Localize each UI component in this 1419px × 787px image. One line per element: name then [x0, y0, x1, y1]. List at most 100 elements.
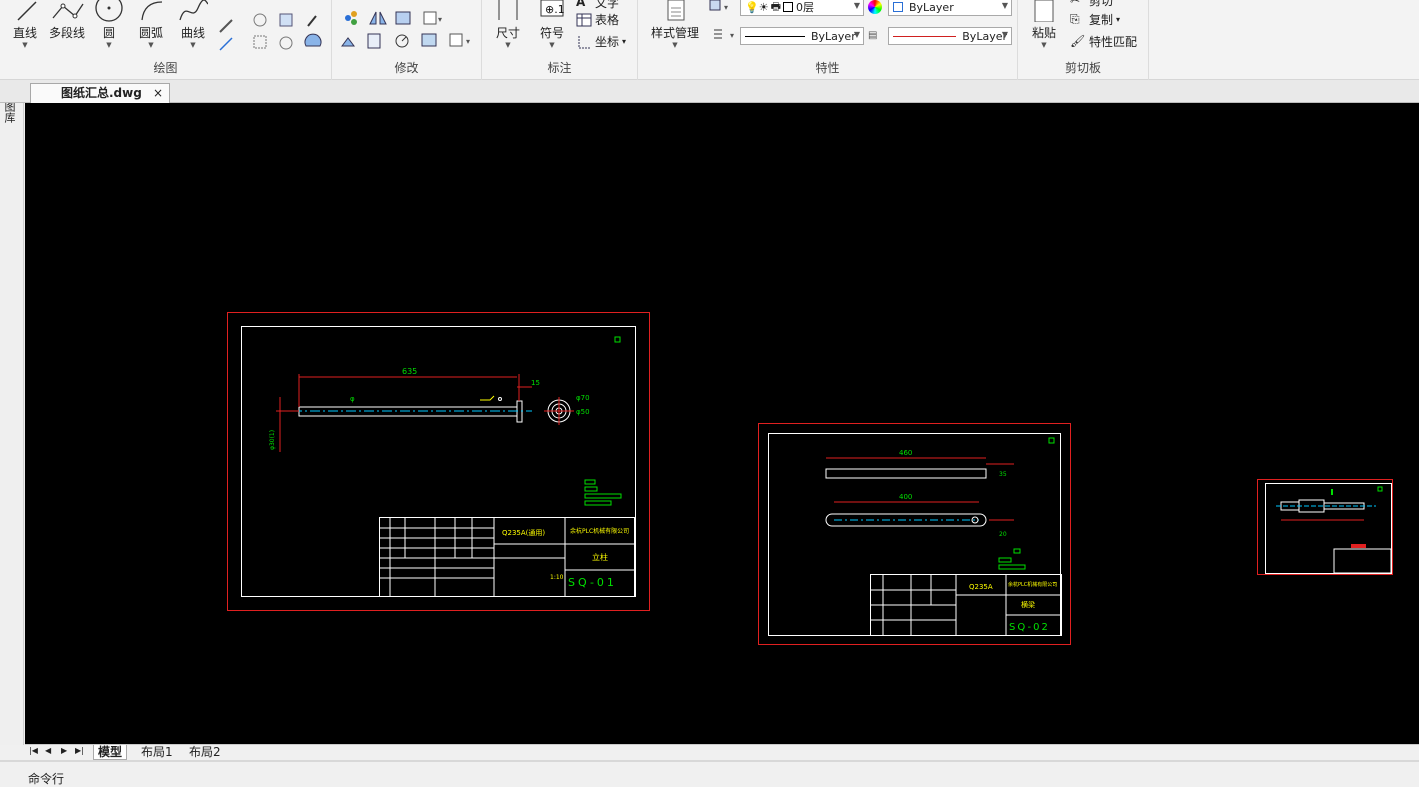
draw-group: 直线 ▼ 多段线 圆 ▼ 圆弧 ▼ 曲线 ▼ 绘图: [0, 0, 332, 80]
drawing-sheet-3[interactable]: [1257, 479, 1393, 575]
svg-text:φ50: φ50: [576, 408, 590, 416]
svg-text:φ: φ: [350, 395, 355, 403]
svg-text:35: 35: [999, 471, 1007, 478]
title-block-2: Q235A 余杭PLC机械有限公司 横梁 SQ-02: [870, 574, 1062, 636]
layer-tools[interactable]: ▾ ▾: [708, 0, 738, 46]
modify-tools[interactable]: ▾ ▾: [340, 10, 480, 52]
scissors-icon: ✂: [1070, 0, 1086, 9]
circle-icon: [95, 0, 123, 22]
coordinate-button[interactable]: 坐标 ▾: [576, 33, 626, 50]
svg-text:▾: ▾: [438, 15, 442, 24]
document-tabbar: 图纸汇总.dwg ×: [0, 80, 1419, 103]
svg-text:▾: ▾: [730, 31, 734, 40]
svg-text:Q235A(通用): Q235A(通用): [502, 528, 545, 537]
first-page-icon[interactable]: |◀: [29, 746, 38, 755]
command-line[interactable]: 命令行: [0, 760, 1419, 786]
title-block-1: Q235A(通用) 余杭PLC机械有限公司 立柱 SQ-01 1:10: [379, 517, 635, 597]
drawing-sheet-2[interactable]: 460 35 400 20 Q235A 余杭PLC机械有限公司 横梁 SQ-02: [758, 423, 1071, 645]
text-icon: A: [576, 0, 586, 9]
table-button[interactable]: 表格: [576, 11, 619, 28]
printer-icon: 🖶: [770, 0, 781, 13]
chevron-down-icon: ▼: [853, 30, 860, 39]
svg-text:SQ-02: SQ-02: [1009, 622, 1050, 633]
line-icon: [17, 1, 37, 21]
linetype-combo[interactable]: ByLayer ▼: [740, 27, 864, 45]
chevron-down-icon: ▼: [1041, 41, 1047, 49]
drawing-canvas[interactable]: 635 15 φ30(1) φ φ70 φ50 Q235A(通用) 余杭PLC机…: [25, 103, 1419, 744]
mirror-icon: [369, 11, 387, 25]
polyline-button[interactable]: 多段线: [46, 0, 88, 41]
svg-text:余杭PLC机械有限公司: 余杭PLC机械有限公司: [570, 527, 629, 535]
chevron-down-icon: ▼: [1001, 1, 1008, 10]
lightbulb-icon: 💡☀: [745, 0, 769, 14]
last-page-icon[interactable]: ▶|: [75, 746, 84, 755]
copy-icon: ⎘: [1070, 11, 1080, 26]
chevron-down-icon: ▼: [190, 41, 196, 49]
symbol-button[interactable]: ⊕.1 符号 ▼: [534, 0, 570, 49]
symbol-icon: ⊕.1: [540, 0, 565, 17]
copy-button[interactable]: ⎘ 复制 ▾: [1070, 11, 1120, 28]
color-combo[interactable]: ByLayer ▼: [888, 0, 1012, 16]
svg-text:1:10: 1:10: [550, 574, 564, 581]
modify-group-label: 修改: [394, 61, 419, 75]
svg-text:▾: ▾: [724, 3, 728, 12]
svg-text:φ70: φ70: [576, 394, 590, 402]
move-icon: [345, 11, 357, 25]
drawing-sheet-1[interactable]: 635 15 φ30(1) φ φ70 φ50 Q235A(通用) 余杭PLC机…: [227, 312, 650, 611]
tab-model[interactable]: 模型: [93, 745, 128, 760]
svg-text:余杭PLC机械有限公司: 余杭PLC机械有限公司: [1008, 581, 1057, 588]
draw-small-tools[interactable]: [216, 10, 326, 56]
svg-text:20: 20: [999, 531, 1007, 538]
spline-icon: [179, 0, 208, 21]
chevron-down-icon: ▼: [672, 41, 678, 49]
layer-combo[interactable]: 💡☀ 🖶 0层 ▼: [740, 0, 864, 16]
dimension-button[interactable]: 尺寸 ▼: [490, 0, 526, 49]
offset-icon: [341, 37, 355, 47]
prev-page-icon[interactable]: ◀: [45, 746, 51, 755]
color-wheel-icon[interactable]: [868, 0, 882, 14]
clipboard-group: 粘贴 ▼ ✂剪切 ⎘复制▾ 🖌特性匹配 剪切板: [1018, 0, 1149, 80]
line-button[interactable]: 直线 ▼: [8, 0, 42, 49]
arc-button[interactable]: 圆弧 ▼: [134, 0, 168, 49]
paintbrush-icon: 🖌: [1070, 33, 1086, 48]
library-sidebar: ⇅ 图库: [0, 80, 24, 745]
svg-text:635: 635: [402, 367, 417, 376]
coordinate-icon: [578, 35, 591, 48]
command-line-label: 命令行: [28, 772, 65, 786]
tab-layout1[interactable]: 布局1: [137, 745, 177, 760]
cut-button[interactable]: ✂剪切: [1070, 0, 1113, 9]
chevron-down-icon: ▼: [148, 41, 154, 49]
svg-text:15: 15: [531, 379, 540, 387]
clipboard-icon: [1034, 0, 1054, 22]
ribbon: 直线 ▼ 多段线 圆 ▼ 圆弧 ▼ 曲线 ▼ 绘图 ▾ ▾ 修改 尺寸 ▼ ⊕.…: [0, 0, 1419, 80]
polyline-icon: [52, 3, 84, 19]
match-properties-button[interactable]: 🖌 特性匹配: [1070, 33, 1137, 50]
chevron-down-icon: ▼: [106, 41, 112, 49]
lineweight-combo[interactable]: ByLayer ▼: [888, 27, 1012, 45]
style-manager-button[interactable]: 样式管理 ▼: [644, 0, 706, 49]
svg-text:立柱: 立柱: [592, 552, 608, 562]
document-tab[interactable]: 图纸汇总.dwg ×: [30, 83, 170, 103]
close-icon[interactable]: ×: [153, 84, 163, 102]
arc-icon: [141, 1, 163, 21]
annotate-group: 尺寸 ▼ ⊕.1 符号 ▼ A 文字 表格 坐标 ▾ 标注: [482, 0, 638, 80]
tab-layout2[interactable]: 布局2: [185, 745, 225, 760]
drawing-frame-1: 635 15 φ30(1) φ φ70 φ50 Q235A(通用) 余杭PLC机…: [241, 326, 636, 597]
layer-color-swatch: [782, 2, 793, 12]
drawing-frame-2: 460 35 400 20 Q235A 余杭PLC机械有限公司 横梁 SQ-02: [768, 433, 1062, 636]
chevron-down-icon: ▼: [505, 41, 511, 49]
curve-button[interactable]: 曲线 ▼: [176, 0, 210, 49]
svg-text:⊕.1: ⊕.1: [545, 3, 565, 16]
circle-button[interactable]: 圆 ▼: [92, 0, 126, 49]
linetype-preview: [745, 35, 805, 37]
properties-group: 样式管理 ▼ ▾ ▾ 💡☀ 🖶 0层 ▼ ByLayer ▼ ByLayer ▼…: [638, 0, 1018, 80]
text-button[interactable]: A 文字: [576, 0, 619, 11]
svg-text:Q235A: Q235A: [969, 583, 993, 591]
layout-tabbar: |◀ ◀ ▶ ▶| 模型 布局1 布局2: [25, 744, 1419, 760]
paste-button[interactable]: 粘贴 ▼: [1026, 0, 1062, 49]
svg-text:▾: ▾: [466, 37, 470, 46]
table-icon: [576, 13, 592, 26]
svg-text:460: 460: [899, 449, 912, 457]
next-page-icon[interactable]: ▶: [61, 746, 67, 755]
chevron-down-icon: ▼: [549, 41, 555, 49]
